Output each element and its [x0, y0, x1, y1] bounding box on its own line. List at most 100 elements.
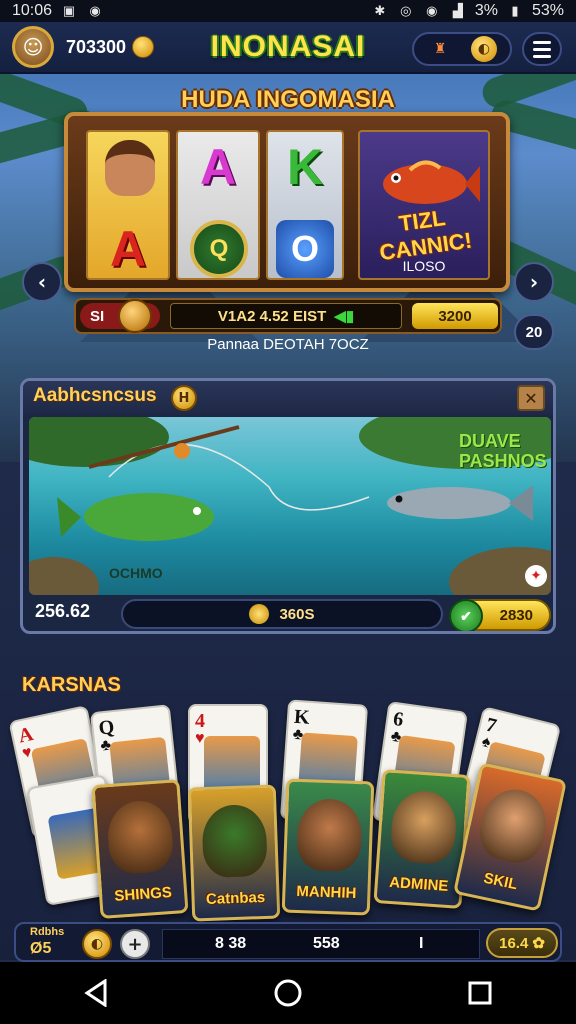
reel-2-letter: A — [199, 139, 237, 195]
character-card[interactable]: Catnbas — [187, 784, 281, 922]
reel-3-letter: K — [286, 139, 324, 195]
notification-icon: ◉ — [89, 3, 101, 18]
bottom-small-label: Rdbhs — [30, 926, 65, 938]
chevron-left-icon: ‹ — [37, 270, 47, 294]
chevron-right-icon: › — [529, 270, 539, 294]
reel-4-label: ILOSO — [402, 258, 446, 274]
next-arrow-button[interactable]: › — [514, 262, 554, 302]
fishing-bar-value: 360S — [279, 605, 315, 623]
recents-icon — [468, 981, 492, 1005]
hamburger-line — [533, 54, 551, 58]
character-portrait — [201, 803, 268, 879]
reel-1: A — [86, 130, 170, 280]
eye-icon: ◉ — [426, 3, 438, 18]
fishing-button-value: 2830 — [499, 606, 533, 624]
header-actions: ♜ ◐ — [412, 32, 512, 66]
clock: 10:06 — [12, 2, 53, 19]
sound-icon[interactable]: ◀▮ — [334, 307, 354, 325]
character-card[interactable]: MANHIH — [281, 778, 375, 916]
signal-icon: ▟ — [452, 3, 463, 18]
fishing-header: Aabhcsncsus H ✕ — [23, 381, 553, 415]
slot-machine[interactable]: A A Q K O TIZL CANNIC! ILOSO — [64, 112, 510, 292]
bottom-bar: Rdbhs Ø5 ◐ + 8 38 558 I 16.4 ✿ — [14, 922, 562, 962]
reel-4: TIZL CANNIC! ILOSO — [358, 130, 490, 280]
bottom-right-text: 16.4 — [499, 934, 529, 952]
spin-button[interactable]: 3200 — [412, 303, 498, 329]
menu-button[interactable] — [522, 32, 562, 66]
status-bar: 10:06 ▣ ◉ ✱ ◎ ◉ ▟ 3% ▮ 53% — [0, 0, 576, 22]
bet-label: SI — [90, 307, 105, 325]
player-avatar[interactable]: ☺ — [12, 26, 54, 68]
win-line-text: V1A2 4.52 EIST — [217, 307, 327, 325]
bottom-right-value[interactable]: 16.4 ✿ — [486, 928, 558, 958]
fishing-score: 256.62 — [35, 601, 91, 621]
slot-subtitle: Pannaa DEOTAH 7OCZ — [207, 336, 369, 353]
bluetooth-icon: ✱ — [374, 3, 386, 18]
character-portrait — [389, 788, 459, 866]
signal-text: 3% — [474, 2, 498, 19]
bottom-value-2: 558 — [313, 935, 340, 952]
side-badge-button[interactable]: 20 — [514, 314, 554, 350]
character-face-icon — [105, 140, 155, 196]
bottom-value-1: 8 38 — [215, 935, 247, 952]
prev-arrow-button[interactable]: ‹ — [22, 262, 62, 302]
leaf-icon: ✿ — [532, 935, 545, 952]
android-nav-bar — [0, 962, 576, 1024]
coin-add-icon[interactable]: ◐ — [471, 36, 497, 62]
close-icon: ✕ — [524, 388, 538, 408]
character-card-label: MANHIH — [296, 882, 357, 903]
reel-2: A Q — [176, 130, 260, 280]
fishing-footer: 256.62 360S ✔ 2830 — [23, 597, 553, 631]
hamburger-line — [533, 47, 551, 51]
home-icon — [274, 979, 302, 1007]
bottom-value-3: I — [419, 935, 424, 952]
top-header: ☺ 703300 INONASAI ♜ ◐ — [0, 22, 576, 74]
alarm-icon: ◎ — [400, 3, 412, 18]
character-card[interactable]: SHINGS — [91, 779, 189, 919]
game-logo: INONASAI — [210, 30, 366, 63]
scene-label-left: OCHMO — [109, 565, 163, 581]
fishing-progress-bar: 360S — [121, 599, 443, 629]
character-card-label: SHINGS — [113, 883, 173, 905]
lantern-icon[interactable]: ♜ — [427, 36, 453, 62]
cards-title: KARSNAS — [22, 674, 121, 696]
character-card-label: ADMINE — [388, 873, 449, 895]
bottom-big-label: Ø5 — [30, 940, 52, 957]
coin-button[interactable]: ◐ — [82, 929, 112, 959]
back-button[interactable] — [76, 973, 116, 1013]
coin-icon — [249, 604, 270, 624]
fishing-collect-button[interactable]: ✔ 2830 — [449, 599, 551, 631]
add-button[interactable]: + — [120, 929, 150, 959]
character-portrait — [296, 797, 363, 873]
character-card-label: SKIL — [482, 869, 520, 894]
coin-balance: 703300 — [66, 36, 155, 58]
bet-box[interactable]: SI — [80, 299, 160, 333]
character-portrait — [105, 798, 175, 876]
battery-icon: ▮ — [511, 3, 519, 18]
reel-3-o-symbol: O — [276, 220, 334, 278]
recents-button[interactable] — [460, 973, 500, 1013]
coin-balance-value: 703300 — [66, 36, 127, 57]
back-icon — [84, 979, 107, 1007]
image-icon: ▣ — [62, 3, 76, 18]
bonus-icon[interactable]: ✦ — [525, 565, 547, 587]
bottom-track: 8 38 558 I — [162, 929, 480, 959]
bet-coin-icon — [118, 299, 152, 333]
fishing-scene[interactable]: DUAVE PASHNOS OCHMO ✦ — [29, 417, 551, 595]
character-card-label: Catnbas — [205, 888, 266, 908]
battery-text: 53% — [531, 2, 564, 19]
reel-3: K O — [266, 130, 344, 280]
fishing-panel: Aabhcsncsus H ✕ DUAVE PASHNOS OCHMO ✦ 25… — [20, 378, 556, 634]
reel-2-coin-symbol: Q — [190, 220, 248, 278]
close-button[interactable]: ✕ — [517, 385, 545, 411]
check-icon: ✔ — [449, 599, 483, 631]
hamburger-line — [533, 40, 551, 44]
slot-control-bar: SI V1A2 4.52 EIST ◀▮ 3200 — [74, 298, 502, 334]
character-portrait — [474, 783, 553, 868]
win-line-display: V1A2 4.52 EIST ◀▮ — [170, 303, 402, 329]
home-button[interactable] — [268, 973, 308, 1013]
coin-icon — [132, 36, 155, 58]
fishing-title: Aabhcsncsus — [33, 385, 157, 406]
reel-1-letter: A — [109, 221, 147, 277]
plus-icon: + — [127, 933, 143, 955]
